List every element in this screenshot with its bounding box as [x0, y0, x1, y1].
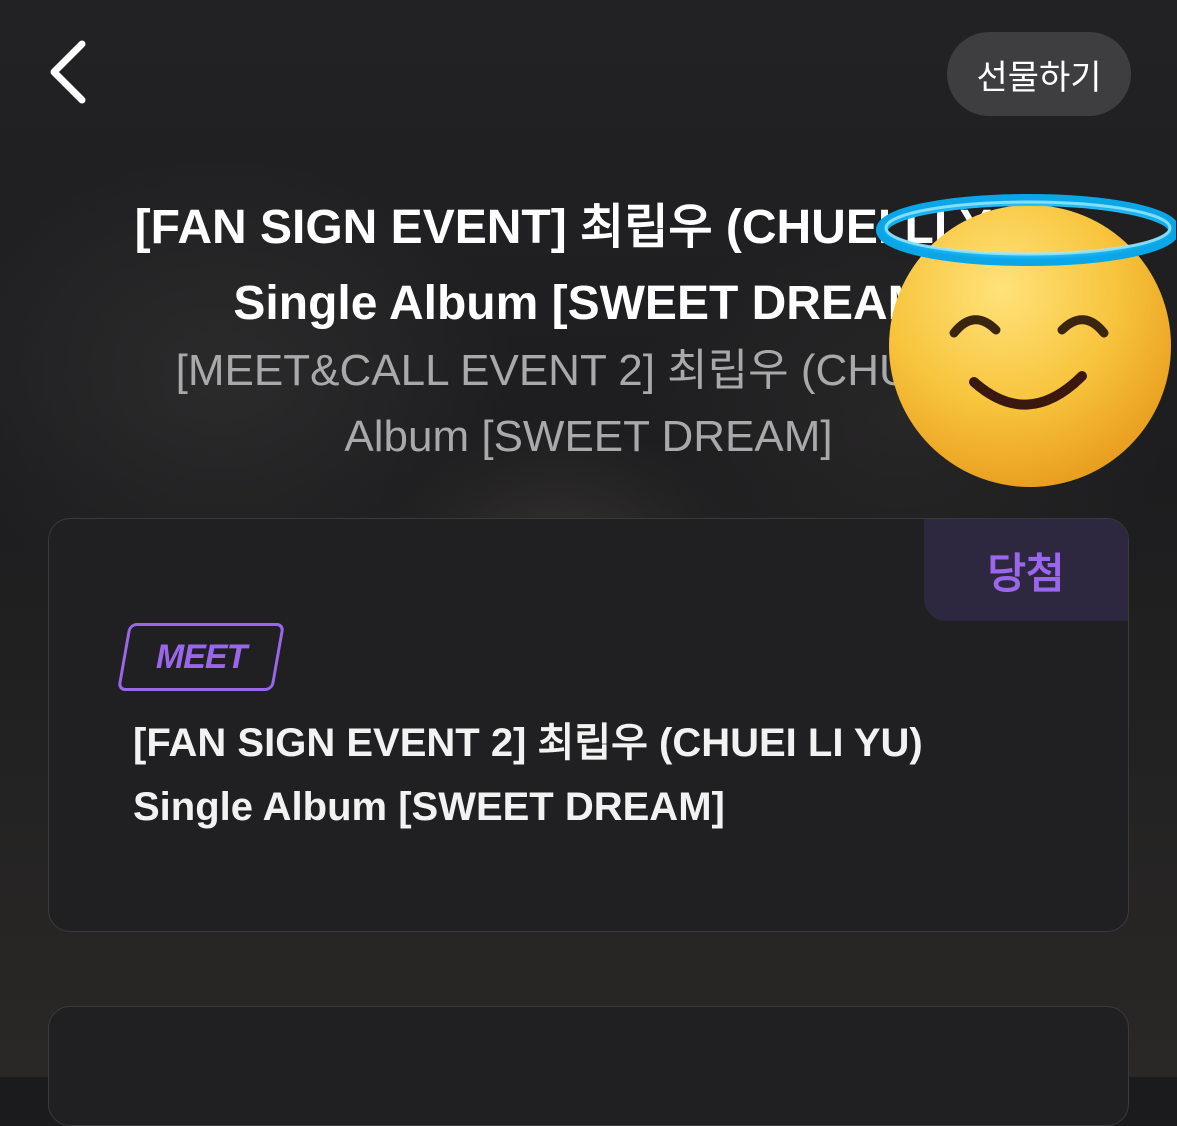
type-tag-label: MEET: [155, 637, 247, 676]
event-card-2[interactable]: [48, 1006, 1129, 1126]
event-card[interactable]: 당첨 MEET [FAN SIGN EVENT 2] 최립우 (CHUEI LI…: [48, 518, 1129, 932]
card-title: [FAN SIGN EVENT 2] 최립우 (CHUEI LI YU) Sin…: [133, 711, 1033, 839]
smiling-face-with-halo-icon: [876, 194, 1176, 487]
type-tag: MEET: [117, 623, 285, 691]
card-title-line1: [FAN SIGN EVENT 2] 최립우 (CHUEI LI YU): [133, 721, 923, 765]
card-title-line2: Single Album [SWEET DREAM]: [133, 785, 725, 829]
back-button[interactable]: [40, 36, 96, 108]
chevron-left-icon: [50, 40, 86, 104]
status-badge: 당첨: [924, 519, 1128, 621]
gift-button[interactable]: 선물하기: [947, 32, 1131, 116]
